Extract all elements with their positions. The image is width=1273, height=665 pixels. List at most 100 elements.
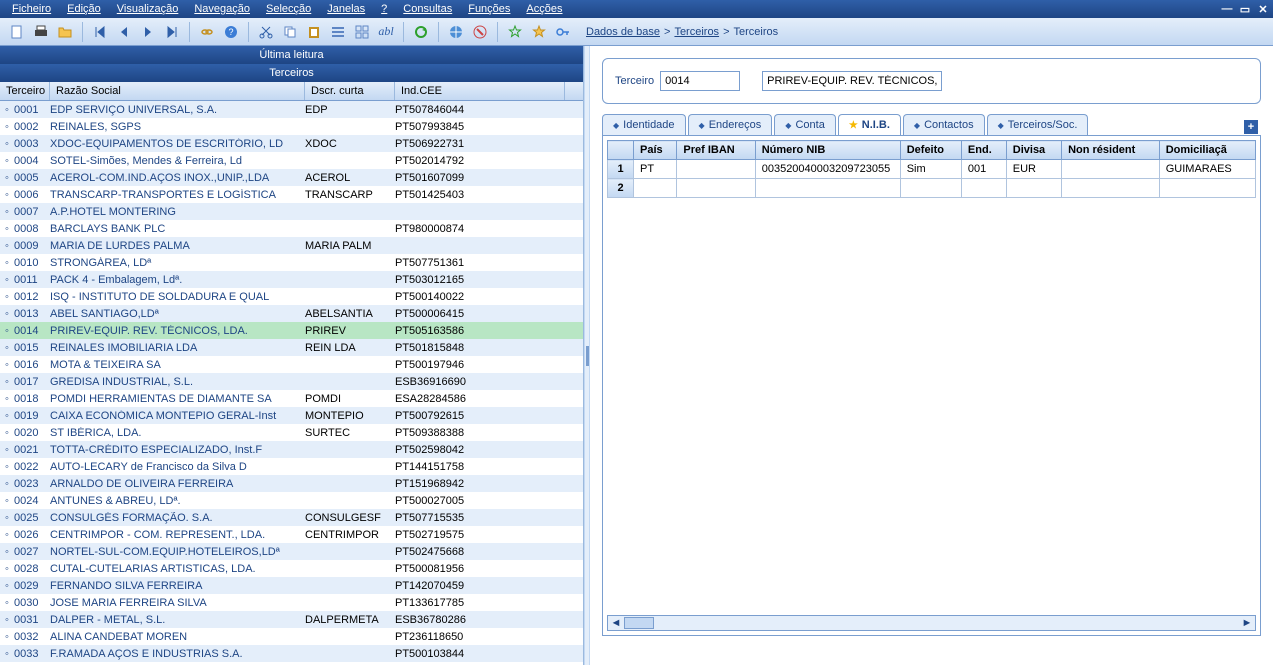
table-row[interactable]: 1PT003520040003209723055Sim001EURGUIMARA… [608, 160, 1256, 179]
list-row[interactable]: ◦0005ACEROL-COM.IND.AÇOS INOX.,UNIP.,LDA… [0, 169, 583, 186]
horizontal-scrollbar[interactable]: ◄ ► [607, 615, 1256, 631]
menu-funcoes[interactable]: Funções [460, 3, 518, 15]
menu-help[interactable]: ? [373, 3, 395, 15]
globe-icon[interactable] [445, 21, 467, 43]
list-row[interactable]: ◦0010STRONGÁREA, LDªPT507751361 [0, 254, 583, 271]
close-button[interactable]: ✕ [1255, 3, 1271, 16]
list-row[interactable]: ◦0024ANTUNES & ABREU, LDª.PT500027005 [0, 492, 583, 509]
cell-divisa[interactable] [1006, 179, 1061, 198]
list-row[interactable]: ◦0004SOTEL-Simões, Mendes & Ferreira, Ld… [0, 152, 583, 169]
list-row[interactable]: ◦0007A.P.HOTEL MONTERING [0, 203, 583, 220]
cell-nib[interactable]: 003520040003209723055 [755, 160, 900, 179]
expand-button[interactable]: + [1244, 120, 1258, 134]
maximize-button[interactable]: ▭ [1237, 3, 1253, 16]
list-row[interactable]: ◦0021TOTTA-CRÉDITO ESPECIALIZADO, Inst.F… [0, 441, 583, 458]
favorite-icon[interactable] [528, 21, 550, 43]
list-row[interactable]: ◦0027NORTEL-SUL-COM.EQUIP.HOTELEIROS,LDª… [0, 543, 583, 560]
cell-divisa[interactable]: EUR [1006, 160, 1061, 179]
menu-seleccao[interactable]: Selecção [258, 3, 319, 15]
breadcrumb-mid[interactable]: Terceiros [674, 26, 719, 38]
tab-terceiros-soc[interactable]: ◆Terceiros/Soc. [987, 114, 1089, 135]
cell-nonres[interactable] [1062, 179, 1160, 198]
th-end[interactable]: End. [961, 141, 1006, 160]
nav-next-icon[interactable] [137, 21, 159, 43]
cell-defeito[interactable]: Sim [900, 160, 961, 179]
list-row[interactable]: ◦0031DALPER - METAL, S.L.DALPERMETAESB36… [0, 611, 583, 628]
menu-janelas[interactable]: Janelas [319, 3, 373, 15]
list-header-razao[interactable]: Razão Social [50, 82, 305, 100]
list-row[interactable]: ◦0001EDP SERVIÇO UNIVERSAL, S.A.EDPPT507… [0, 101, 583, 118]
list-row[interactable]: ◦0008BARCLAYS BANK PLCPT980000874 [0, 220, 583, 237]
cell-defeito[interactable] [900, 179, 961, 198]
menu-ficheiro[interactable]: Ficheiro [4, 3, 59, 15]
list-header-dscr[interactable]: Dscr. curta [305, 82, 395, 100]
list-row[interactable]: ◦0023ARNALDO DE OLIVEIRA FERREIRAPT15196… [0, 475, 583, 492]
list-row[interactable]: ◦0003XDOC-EQUIPAMENTOS DE ESCRITÓRIO, LD… [0, 135, 583, 152]
nav-prev-icon[interactable] [113, 21, 135, 43]
menu-accoes[interactable]: Acções [518, 3, 570, 15]
list-header-indcee[interactable]: Ind.CEE [395, 82, 565, 100]
new-icon[interactable] [6, 21, 28, 43]
nav-last-icon[interactable] [161, 21, 183, 43]
menu-consultas[interactable]: Consultas [395, 3, 460, 15]
scroll-right-icon[interactable]: ► [1239, 617, 1255, 629]
copy-icon[interactable] [279, 21, 301, 43]
th-divisa[interactable]: Divisa [1006, 141, 1061, 160]
list-row[interactable]: ◦0012ISQ - INSTITUTO DE SOLDADURA E QUAL… [0, 288, 583, 305]
cut-icon[interactable] [255, 21, 277, 43]
list-row[interactable]: ◦0022AUTO-LECARY de Francisco da Silva D… [0, 458, 583, 475]
list-row[interactable]: ◦0029FERNANDO SILVA FERREIRAPT142070459 [0, 577, 583, 594]
cell-end[interactable]: 001 [961, 160, 1006, 179]
cell-dom[interactable]: GUIMARAES [1159, 160, 1255, 179]
paste-icon[interactable] [303, 21, 325, 43]
list-row[interactable]: ◦0014PRIREV-EQUIP. REV. TÉCNICOS, LDA.PR… [0, 322, 583, 339]
list-config-icon[interactable] [327, 21, 349, 43]
table-row[interactable]: 2 [608, 179, 1256, 198]
th-defeito[interactable]: Defeito [900, 141, 961, 160]
text-icon[interactable]: abl [375, 21, 397, 43]
list-row[interactable]: ◦0018POMDI HERRAMIENTAS DE DIAMANTE SAPO… [0, 390, 583, 407]
stop-icon[interactable] [469, 21, 491, 43]
tab-enderecos[interactable]: ◆Endereços [688, 114, 773, 135]
list-header-terceiro[interactable]: Terceiro [0, 82, 50, 100]
th-numero-nib[interactable]: Número NIB [755, 141, 900, 160]
cell-end[interactable] [961, 179, 1006, 198]
list-row[interactable]: ◦0015REINALES IMOBILIARIA LDAREIN LDAPT5… [0, 339, 583, 356]
th-non-resident[interactable]: Non résident [1062, 141, 1160, 160]
scroll-left-icon[interactable]: ◄ [608, 617, 624, 629]
cell-pais[interactable]: PT [634, 160, 677, 179]
refresh-icon[interactable] [410, 21, 432, 43]
list-row[interactable]: ◦0011PACK 4 - Embalagem, Ldª.PT503012165 [0, 271, 583, 288]
list-row[interactable]: ◦0026CENTRIMPOR - COM. REPRESENT., LDA.C… [0, 526, 583, 543]
breadcrumb-root[interactable]: Dados de base [586, 26, 660, 38]
tab-contactos[interactable]: ◆Contactos [903, 114, 985, 135]
cell-pais[interactable] [634, 179, 677, 198]
cell-dom[interactable] [1159, 179, 1255, 198]
minimize-button[interactable]: — [1219, 3, 1235, 16]
list-row[interactable]: ◦0017GREDISA INDUSTRIAL, S.L.ESB36916690 [0, 373, 583, 390]
cell-nonres[interactable] [1062, 160, 1160, 179]
help-icon[interactable]: ? [220, 21, 242, 43]
th-domiciliacao[interactable]: Domiciliaçã [1159, 141, 1255, 160]
list-row[interactable]: ◦0016MOTA & TEIXEIRA SAPT500197946 [0, 356, 583, 373]
tab-identidade[interactable]: ◆Identidade [602, 114, 686, 135]
list-row[interactable]: ◦0032ALINA CANDEBAT MORENPT236118650 [0, 628, 583, 645]
tab-nib[interactable]: ★N.I.B. [838, 114, 901, 135]
favorite-add-icon[interactable] [504, 21, 526, 43]
list-body[interactable]: ◦0001EDP SERVIÇO UNIVERSAL, S.A.EDPPT507… [0, 101, 583, 665]
cell-nib[interactable] [755, 179, 900, 198]
list-row[interactable]: ◦0006TRANSCARP-TRANSPORTES E LOGÍSTICATR… [0, 186, 583, 203]
cell-pref[interactable] [677, 179, 755, 198]
folder-icon[interactable] [54, 21, 76, 43]
cell-pref[interactable] [677, 160, 755, 179]
list-row[interactable]: ◦0028CUTAL-CUTELARIAS ARTISTICAS, LDA.PT… [0, 560, 583, 577]
menu-edicao[interactable]: Edição [59, 3, 109, 15]
tab-conta[interactable]: ◆Conta [774, 114, 836, 135]
key-icon[interactable] [552, 21, 574, 43]
list-row[interactable]: ◦0009MARIA DE LURDES PALMAMARIA PALM [0, 237, 583, 254]
input-terceiro-code[interactable] [660, 71, 740, 91]
list-row[interactable]: ◦0030JOSE MARIA FERREIRA SILVAPT13361778… [0, 594, 583, 611]
nav-first-icon[interactable] [89, 21, 111, 43]
print-icon[interactable] [30, 21, 52, 43]
grid-icon[interactable] [351, 21, 373, 43]
